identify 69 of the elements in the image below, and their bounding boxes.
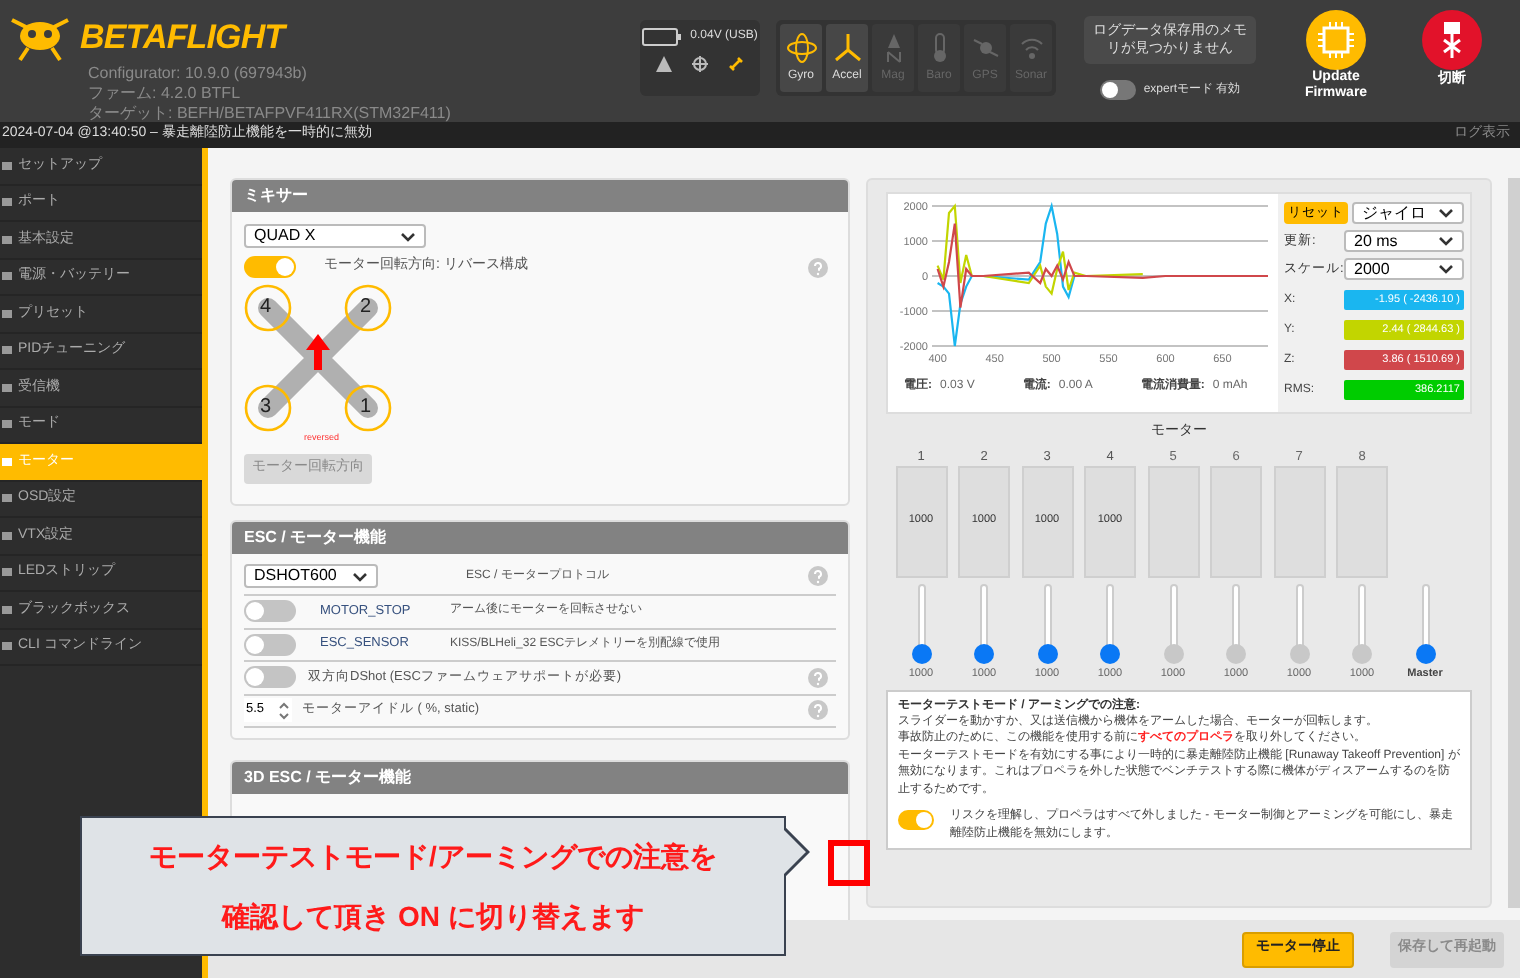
square-icon bbox=[2, 455, 12, 468]
highlight-frame bbox=[828, 840, 870, 886]
slider-thumb[interactable] bbox=[1352, 643, 1372, 663]
sensor-select[interactable]: ジャイロ bbox=[1352, 202, 1464, 224]
app-logo-text: BETAFLIGHT bbox=[80, 16, 285, 61]
slider-thumb[interactable] bbox=[1037, 643, 1057, 663]
slider-thumb[interactable] bbox=[974, 643, 994, 663]
warning-icon bbox=[656, 56, 672, 72]
slider-thumb[interactable] bbox=[1289, 643, 1309, 663]
slider-thumb[interactable] bbox=[1415, 643, 1435, 663]
caret-icon bbox=[1438, 236, 1454, 246]
square-icon bbox=[2, 159, 12, 172]
motor-output-bar bbox=[1147, 465, 1199, 577]
slider-thumb[interactable] bbox=[1163, 643, 1183, 663]
square-icon bbox=[2, 233, 12, 246]
square-icon bbox=[2, 492, 12, 505]
motor-position-number: 2 bbox=[360, 296, 372, 320]
panel-title: ESC / モーター機能 bbox=[232, 522, 848, 554]
help-icon bbox=[808, 566, 828, 586]
square-icon bbox=[2, 344, 12, 357]
caret-icon bbox=[352, 571, 368, 581]
toggle-switch[interactable] bbox=[1099, 80, 1136, 100]
square-icon bbox=[2, 196, 12, 209]
slider-thumb[interactable] bbox=[1226, 643, 1246, 663]
square-icon bbox=[2, 270, 12, 283]
mixer-select[interactable]: QUAD X bbox=[244, 224, 426, 248]
slider-thumb[interactable] bbox=[1100, 643, 1120, 663]
square-icon bbox=[2, 603, 12, 616]
battery-icon bbox=[642, 28, 683, 46]
orbit-icon bbox=[785, 31, 817, 63]
square-icon bbox=[2, 640, 12, 653]
protocol-select[interactable]: DSHOT600 bbox=[244, 564, 378, 588]
toggle-switch[interactable] bbox=[244, 256, 296, 278]
link-icon bbox=[728, 56, 744, 72]
version-info: ファーム: 4.2.0 BTFL bbox=[86, 84, 243, 104]
update-rate-select[interactable]: 20 ms bbox=[1344, 230, 1464, 252]
square-icon bbox=[2, 566, 12, 579]
toggle-switch[interactable] bbox=[244, 633, 296, 656]
version-info: Configurator: 10.9.0 (697943b) bbox=[86, 64, 309, 84]
motor-position-number: 3 bbox=[260, 396, 272, 420]
slider-thumb[interactable] bbox=[911, 643, 931, 663]
panel-title: ミキサー bbox=[232, 180, 848, 212]
motor-output-bar bbox=[1336, 465, 1388, 577]
version-info: ターゲット: BEFH/BETAFPVF411RX(STM32F411) bbox=[86, 104, 453, 124]
spinner-arrows-icon bbox=[278, 701, 290, 720]
caret-icon bbox=[400, 231, 416, 241]
caret-icon bbox=[1438, 208, 1454, 218]
toggle-switch[interactable] bbox=[898, 810, 934, 831]
scale-select[interactable]: 2000 bbox=[1344, 258, 1464, 280]
caret-icon bbox=[1438, 264, 1454, 274]
callout-text: 確認して頂き ON に切り替えます bbox=[222, 900, 644, 932]
square-icon bbox=[2, 418, 12, 431]
panel-title: 3D ESC / モーター機能 bbox=[232, 762, 848, 794]
square-icon bbox=[2, 529, 12, 542]
square-icon bbox=[2, 307, 12, 320]
motor-position-number: 1 bbox=[360, 396, 372, 420]
axes-icon bbox=[831, 31, 863, 63]
toggle-switch[interactable] bbox=[244, 600, 296, 623]
parachute-icon bbox=[692, 56, 708, 72]
motor-output-bar bbox=[1210, 465, 1262, 577]
help-icon bbox=[808, 257, 828, 277]
toggle-switch[interactable] bbox=[244, 666, 296, 689]
motor-output-bar bbox=[1273, 465, 1325, 577]
callout-text: モーターテストモード/アーミングでの注意を bbox=[149, 840, 717, 872]
square-icon bbox=[2, 381, 12, 394]
motor-position-number: 4 bbox=[260, 296, 272, 320]
scrollbar[interactable] bbox=[1508, 178, 1520, 908]
usb-disconnect-icon bbox=[1422, 10, 1482, 70]
chip-icon bbox=[1306, 10, 1366, 70]
